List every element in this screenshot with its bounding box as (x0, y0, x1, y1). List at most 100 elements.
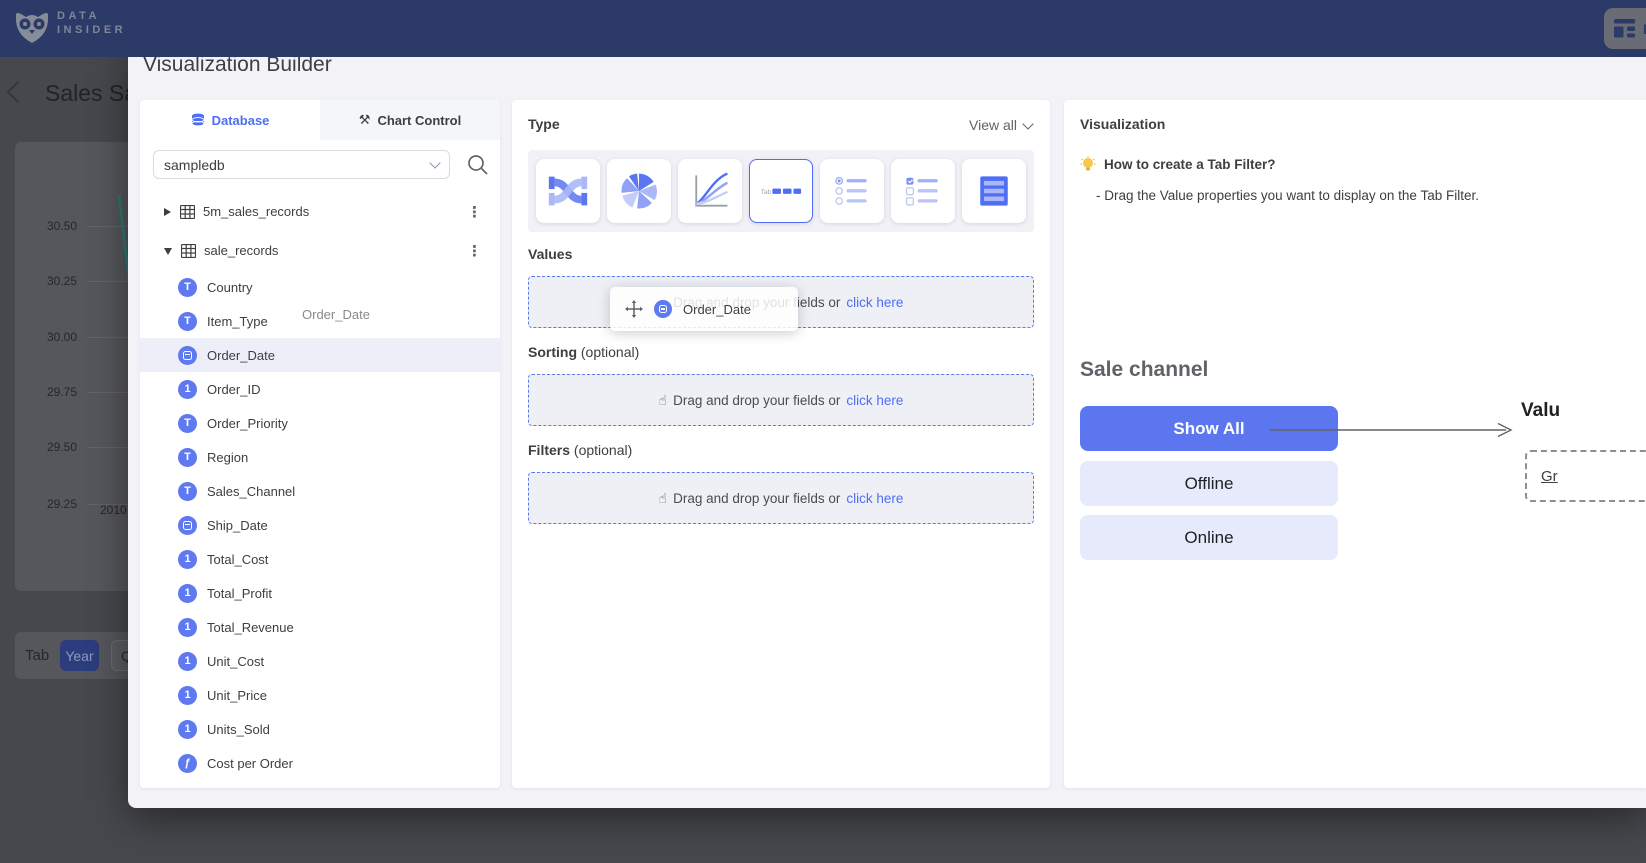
field-row-country[interactable]: T Country (140, 270, 500, 304)
tab-filter-selected-pill[interactable]: Year (60, 640, 99, 671)
background-line-chart: 30.50 30.25 30.00 29.75 29.50 29.25 2010 (15, 142, 128, 591)
view-all-button[interactable]: View all (969, 117, 1032, 133)
dropzone-text: Drag and drop your fields or (673, 491, 840, 506)
field-row-unit-cost[interactable]: 1 Unit_Cost (140, 644, 500, 678)
field-row-units-sold[interactable]: 1 Units_Sold (140, 712, 500, 746)
number-field-icon: 1 (178, 652, 197, 671)
chart-type-sankey[interactable] (536, 159, 600, 223)
drag-source-ghost-label: Order_Date (302, 307, 370, 322)
tools-icon: ⚒ (359, 112, 371, 128)
dashboard-grid-icon (1614, 19, 1636, 38)
tip-title: How to create a Tab Filter? (1104, 157, 1276, 172)
svg-text:Tab: Tab (761, 189, 772, 196)
number-field-icon: 1 (178, 550, 197, 569)
field-row-region[interactable]: T Region (140, 440, 500, 474)
number-field-icon: 1 (178, 618, 197, 637)
screen: DATA INSIDER D Sales Sa 30.50 30.25 30.0… (0, 0, 1646, 863)
pie-icon (617, 169, 661, 213)
type-section-label: Type (528, 116, 560, 132)
top-navbar: DATA INSIDER D (0, 0, 1646, 57)
number-field-icon: 1 (178, 584, 197, 603)
preview-title: Sale channel (1080, 358, 1208, 382)
checkbox-list-icon (901, 169, 945, 213)
tab-filter-label: Tab (25, 647, 49, 664)
annotation-group-link[interactable]: Gr (1541, 468, 1558, 485)
values-section-label: Values (528, 246, 572, 262)
chart-type-table[interactable] (962, 159, 1026, 223)
table-list-icon (972, 169, 1016, 213)
drag-hand-icon: ☝ (659, 490, 668, 507)
database-icon (191, 113, 205, 128)
field-row-ship-date[interactable]: Ship_Date (140, 508, 500, 542)
kebab-menu-icon[interactable]: ⋮ (467, 203, 482, 221)
visualization-header: Visualization (1080, 116, 1165, 132)
field-row-total-revenue[interactable]: 1 Total_Revenue (140, 610, 500, 644)
sorting-section-label: Sorting (optional) (528, 344, 639, 360)
filters-dropzone[interactable]: ☝ Drag and drop your fields or click her… (528, 472, 1034, 524)
table-icon (180, 205, 195, 219)
field-row-sales-channel[interactable]: T Sales_Channel (140, 474, 500, 508)
kebab-menu-icon[interactable]: ⋮ (467, 242, 482, 260)
chevron-down-icon (429, 157, 440, 168)
search-icon[interactable] (466, 153, 490, 177)
annotation-value-label: Valu (1521, 400, 1560, 422)
tab-database[interactable]: Database (140, 100, 320, 140)
move-icon (625, 300, 643, 318)
page-title: Sales Sa (45, 80, 137, 107)
radio-list-icon (830, 169, 874, 213)
dropzone-click-here-link[interactable]: click here (846, 295, 903, 310)
chart-type-strip: Tab (528, 150, 1034, 232)
preview-offline-button[interactable]: Offline (1080, 461, 1338, 506)
caret-down-icon[interactable] (164, 248, 172, 255)
text-field-icon: T (178, 278, 197, 297)
field-row-total-profit[interactable]: 1 Total_Profit (140, 576, 500, 610)
drag-ghost-card: Order_Date (610, 287, 798, 331)
field-row-total-cost[interactable]: 1 Total_Cost (140, 542, 500, 576)
owl-logo-icon (13, 10, 51, 46)
view-all-label: View all (969, 117, 1017, 133)
field-row-order-id[interactable]: 1 Order_ID (140, 372, 500, 406)
field-row-order-priority[interactable]: T Order_Priority (140, 406, 500, 440)
chart-type-checkbox-list[interactable] (891, 159, 955, 223)
back-chevron-icon[interactable] (7, 81, 30, 104)
preview-online-button[interactable]: Online (1080, 515, 1338, 560)
number-field-icon: 1 (178, 720, 197, 739)
chart-type-radio-list[interactable] (820, 159, 884, 223)
text-field-icon: T (178, 482, 197, 501)
date-field-icon (178, 346, 197, 365)
chart-type-tab-filter[interactable]: Tab (749, 159, 813, 223)
function-field-icon: ƒ (178, 754, 197, 773)
database-select[interactable]: sampledb (153, 150, 450, 179)
background-tab-filter-widget: Tab Year Qu (15, 632, 128, 679)
text-field-icon: T (178, 414, 197, 433)
filters-section-label: Filters (optional) (528, 442, 632, 458)
chart-type-pie[interactable] (607, 159, 671, 223)
tip-row: How to create a Tab Filter? (1080, 156, 1276, 173)
drag-hand-icon: ☝ (659, 392, 668, 409)
field-row-cost-per-order[interactable]: ƒ Cost per Order (140, 746, 500, 780)
tip-body: - Drag the Value properties you want to … (1096, 188, 1479, 203)
drag-ghost-label: Order_Date (683, 302, 751, 317)
tab-filter-icon: Tab (758, 168, 804, 214)
chart-line (15, 142, 128, 591)
tab-database-label: Database (212, 113, 270, 128)
field-row-unit-price[interactable]: 1 Unit_Price (140, 678, 500, 712)
caret-right-icon[interactable] (164, 208, 171, 216)
database-select-value: sampledb (164, 157, 225, 173)
dropzone-click-here-link[interactable]: click here (846, 393, 903, 408)
schema-tree: 5m_sales_records ⋮ sale_records ⋮ (140, 192, 500, 780)
dropzone-click-here-link[interactable]: click here (846, 491, 903, 506)
annotation-arrow (1270, 420, 1516, 440)
chart-type-line[interactable] (678, 159, 742, 223)
table-row-sale-records[interactable]: sale_records ⋮ (140, 231, 500, 270)
field-row-order-date[interactable]: Order_Date (140, 338, 500, 372)
tab-chart-control-label: Chart Control (377, 113, 461, 128)
tab-chart-control[interactable]: ⚒ Chart Control (320, 100, 500, 140)
dashboard-button[interactable]: D (1604, 8, 1646, 49)
visualization-builder-modal: Visualization Builder Database ⚒ Chart C… (128, 43, 1646, 808)
table-row-5m-sales-records[interactable]: 5m_sales_records ⋮ (140, 192, 500, 231)
lightbulb-icon (1080, 156, 1096, 173)
sorting-dropzone[interactable]: ☝ Drag and drop your fields or click her… (528, 374, 1034, 426)
date-field-icon (654, 300, 672, 318)
number-field-icon: 1 (178, 686, 197, 705)
